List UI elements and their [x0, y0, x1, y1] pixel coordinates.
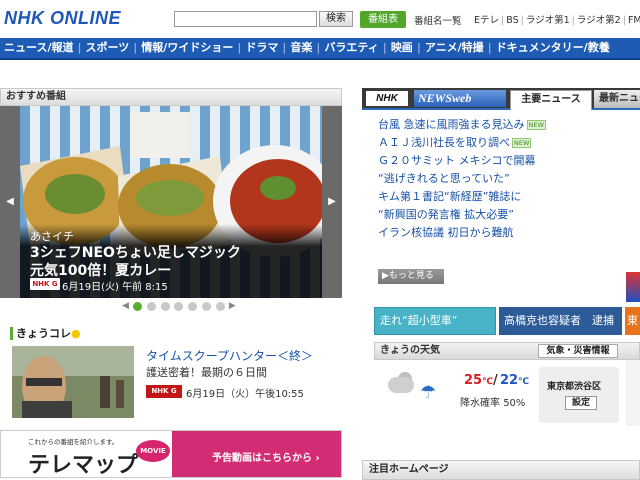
- weather-panel-edge: [626, 360, 640, 426]
- kyoukore-title-link[interactable]: タイムスクープハンター＜終＞: [146, 347, 313, 364]
- lightbulb-icon: ●: [71, 327, 81, 340]
- newsweb-logo[interactable]: NEWSweb: [414, 90, 506, 107]
- carousel-title-line2[interactable]: 元気100倍！夏カレー: [30, 260, 171, 280]
- nhk-g-badge: NHK G: [146, 385, 182, 398]
- search-input[interactable]: [174, 11, 317, 27]
- pagination-dot[interactable]: [202, 301, 212, 311]
- news-item[interactable]: イラン核協議 初日から難航: [378, 224, 630, 242]
- feature-tile[interactable]: 高橋克也容疑者 逮捕: [499, 307, 622, 335]
- news-item[interactable]: Ｇ２０サミット メキシコで開幕: [378, 152, 630, 170]
- nav-item[interactable]: バラエティ: [320, 38, 382, 58]
- location-settings-button[interactable]: 設定: [565, 396, 597, 410]
- nav-item[interactable]: 映画: [387, 38, 417, 58]
- program-table-button[interactable]: 番組表: [360, 11, 406, 28]
- pagination-dot[interactable]: [216, 301, 226, 311]
- nav-item[interactable]: アニメ/特撮: [421, 38, 488, 58]
- temp-low: 22℃: [500, 373, 529, 388]
- channel-link[interactable]: BS: [504, 15, 520, 26]
- news-list: 台風 急速に風雨強まる見込み NEW ＡＩＪ浅川社長を取り調べ NEW Ｇ２０サミッ…: [378, 116, 630, 242]
- pagination-dot[interactable]: [132, 301, 142, 311]
- movie-badge: MOVIE: [136, 440, 170, 462]
- pagination-dot[interactable]: [146, 301, 156, 311]
- nav-item[interactable]: ドキュメンタリー/教養: [492, 38, 614, 58]
- channel-link[interactable]: Eテレ: [472, 15, 501, 26]
- pagination-dot[interactable]: [188, 301, 198, 311]
- feature-tile[interactable]: 走れ“超小型車”: [374, 307, 496, 335]
- channel-links: Eテレ | BS | ラジオ第1 | ラジオ第2 | FM: [472, 12, 640, 26]
- pagination-dot[interactable]: [174, 301, 184, 311]
- channel-link[interactable]: ラジオ第1: [524, 15, 572, 26]
- news-item[interactable]: “新興国の発言権 拡大必要”: [378, 206, 630, 224]
- nav-item[interactable]: スポーツ: [82, 38, 134, 58]
- nhk-online-logo[interactable]: NHK ONLINE: [4, 8, 121, 29]
- more-news-button[interactable]: ▶もっと見る: [378, 269, 444, 284]
- pagination-prev-icon[interactable]: ◀: [122, 301, 129, 311]
- location-box: [539, 367, 619, 423]
- news-image-edge: [626, 272, 640, 302]
- location-name: 東京都渋谷区: [547, 382, 602, 392]
- pagination-next-icon[interactable]: ▶: [229, 301, 236, 311]
- channel-link[interactable]: ラジオ第2: [575, 15, 623, 26]
- genre-nav: ニュース/報道 | スポーツ | 情報/ワイドショー | ドラマ | 音楽 | バラエティ | 映画 | ア…: [0, 38, 640, 60]
- nav-item[interactable]: ドラマ: [241, 38, 282, 58]
- rain-probability: 降水確率 50%: [460, 398, 526, 409]
- tab-main-news[interactable]: 主要ニュース: [510, 90, 592, 110]
- nav-item[interactable]: ニュース/報道: [0, 38, 77, 58]
- temp-separator: /: [493, 373, 498, 388]
- program-photo: [12, 346, 134, 418]
- carousel-title-line1[interactable]: 3シェフNEOちょい足しマジック: [30, 242, 241, 262]
- new-badge: NEW: [512, 138, 532, 148]
- telemap-link[interactable]: 予告動画はこちらから ›: [212, 449, 320, 464]
- channel-link[interactable]: FM: [626, 15, 640, 26]
- carousel-next-icon[interactable]: ▶: [322, 106, 342, 298]
- carousel-prev-icon[interactable]: ◀: [0, 106, 20, 298]
- kyoukore-subtitle: 護送密着！最期の６日間: [146, 366, 267, 379]
- kyoukore-thumbnail[interactable]: [12, 346, 134, 418]
- program-list-link[interactable]: 番組名一覧: [414, 13, 462, 27]
- recommended-heading: おすすめ番組: [0, 88, 342, 106]
- telemap-title: テレマップ: [28, 452, 139, 477]
- new-badge: NEW: [526, 120, 546, 130]
- cloud-icon: [388, 377, 414, 393]
- temp-high: 25℃: [464, 373, 493, 388]
- feature-tile[interactable]: 東: [625, 307, 640, 335]
- nav-item[interactable]: 音楽: [286, 38, 316, 58]
- news-item[interactable]: キム第１書記“新経歴”雑誌に: [378, 188, 630, 206]
- carousel-air-time: 6月19日(火) 午前 8:15: [62, 282, 168, 293]
- tab-latest-news[interactable]: 最新ニュース: [594, 90, 640, 108]
- telemap-tagline: これからの番組を紹介します。: [28, 438, 119, 446]
- search-button[interactable]: 検索: [319, 11, 353, 27]
- featured-homepages-heading: 注目ホームページ: [362, 460, 640, 480]
- pagination-dot[interactable]: [160, 301, 170, 311]
- nhk-g-badge: NHK G: [30, 278, 60, 290]
- umbrella-icon: ☂: [420, 382, 437, 403]
- nhk-logo[interactable]: NHK: [366, 91, 408, 106]
- news-item[interactable]: 台風 急速に風雨強まる見込み NEW: [378, 116, 630, 134]
- news-item[interactable]: ＡＩＪ浅川社長を取り調べ NEW: [378, 134, 630, 152]
- kyoukore-heading: きょうコレ●: [10, 327, 81, 340]
- kyoukore-air-time: 6月19日（火）午後10:55: [186, 389, 304, 400]
- carousel-pagination: ◀ ▶: [122, 301, 236, 312]
- disaster-info-button[interactable]: 気象・災害情報: [538, 344, 618, 358]
- nav-item[interactable]: 情報/ワイドショー: [137, 38, 237, 58]
- news-item[interactable]: “逃げきれると思っていた”: [378, 170, 630, 188]
